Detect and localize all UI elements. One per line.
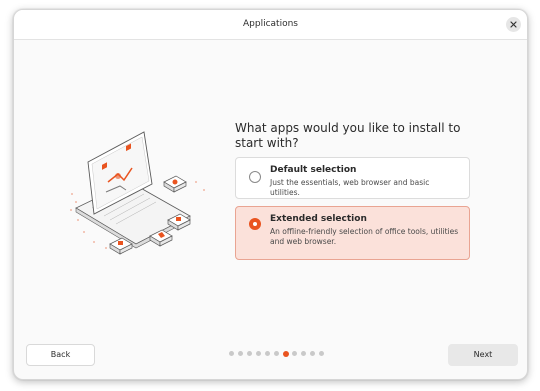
step-dot[interactable]: [256, 351, 261, 356]
step-dot[interactable]: [310, 351, 315, 356]
back-button[interactable]: Back: [26, 344, 95, 366]
title-bar: Applications: [14, 10, 527, 40]
window-title: Applications: [243, 19, 298, 29]
installer-window: Applications What apps would you like to…: [13, 9, 528, 380]
step-dot[interactable]: [274, 351, 279, 356]
step-dot[interactable]: [301, 351, 306, 356]
radio-default[interactable]: [249, 171, 261, 183]
close-button[interactable]: [506, 17, 521, 32]
option-description: An offline-friendly selection of office …: [270, 227, 459, 246]
step-dot[interactable]: [319, 351, 324, 356]
laptop-illustration: [70, 131, 205, 255]
page-question: What apps would you like to install to s…: [235, 121, 461, 150]
option-title: Extended selection: [270, 214, 367, 224]
option-extended-selection[interactable]: Extended selection An offline-friendly s…: [235, 206, 470, 260]
step-dot[interactable]: [247, 351, 252, 356]
step-dot[interactable]: [283, 350, 289, 357]
step-dot[interactable]: [229, 351, 234, 356]
step-dot[interactable]: [292, 351, 297, 356]
radio-extended[interactable]: [249, 218, 261, 230]
option-default-selection[interactable]: Default selection Just the essentials, w…: [235, 157, 470, 199]
next-button[interactable]: Next: [448, 344, 518, 366]
step-dot[interactable]: [238, 351, 243, 356]
close-icon: [510, 21, 517, 28]
option-title: Default selection: [270, 165, 357, 175]
option-description: Just the essentials, web browser and bas…: [270, 178, 430, 197]
step-dot[interactable]: [265, 351, 270, 356]
